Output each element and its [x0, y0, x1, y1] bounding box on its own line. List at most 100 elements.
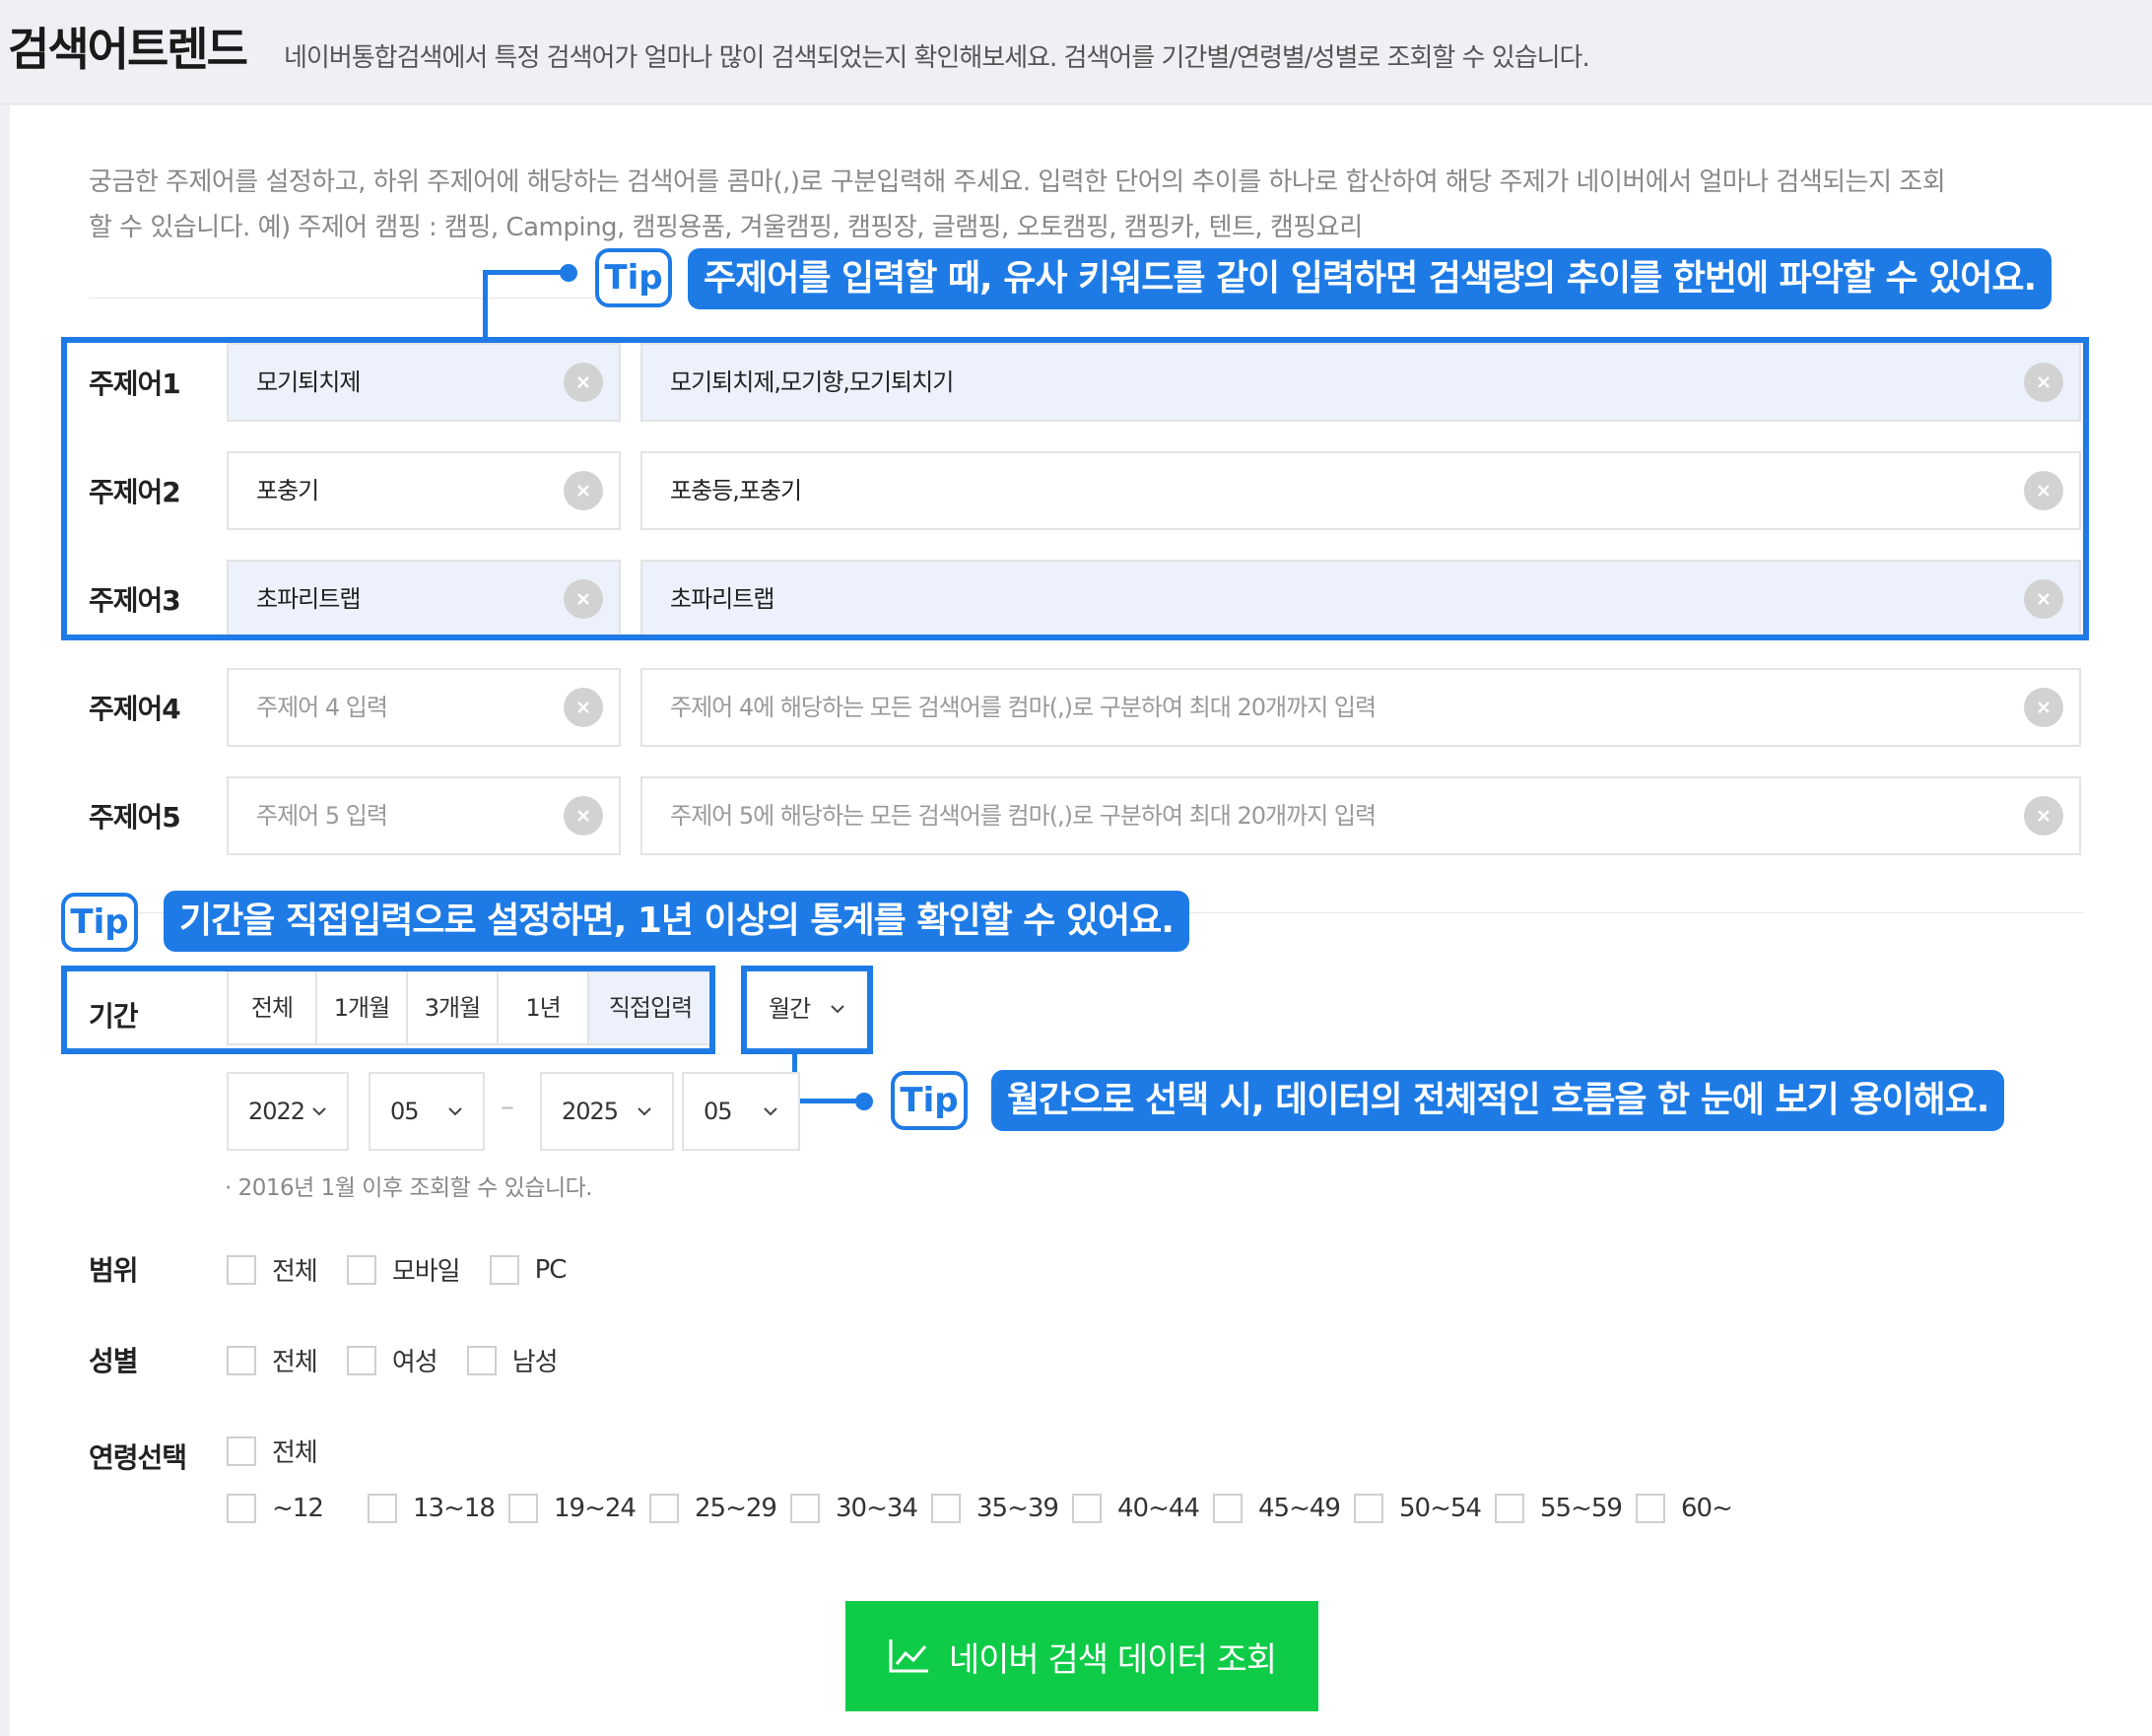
age-option[interactable]: 55~59: [1495, 1494, 1636, 1523]
submit-label: 네이버 검색 데이터 조회: [948, 1639, 1277, 1680]
option-label: 13~18: [413, 1494, 496, 1523]
start-month-value: 05: [390, 1098, 420, 1125]
checkbox[interactable]: [227, 1254, 256, 1285]
topic-input[interactable]: 주제어 4 입력: [227, 668, 621, 747]
checkbox[interactable]: [368, 1494, 397, 1523]
divider: [89, 298, 601, 299]
end-month-select[interactable]: 05: [682, 1072, 800, 1151]
option-label: 50~54: [1399, 1494, 1482, 1523]
checkbox[interactable]: [649, 1494, 679, 1523]
age-option[interactable]: 40~44: [1072, 1494, 1213, 1523]
gender-options: 전체 여성 남성: [227, 1342, 587, 1378]
tip-badge: Tip: [61, 893, 138, 952]
age-option[interactable]: 25~29: [649, 1494, 790, 1523]
checkbox[interactable]: [1354, 1494, 1383, 1523]
age-option[interactable]: 60~: [1636, 1494, 1777, 1523]
scope-option-all[interactable]: 전체: [227, 1251, 318, 1288]
topic-input[interactable]: 주제어 5 입력: [227, 776, 621, 855]
tip-highlight-interval: [741, 966, 873, 1054]
keywords-input[interactable]: 주제어 5에 해당하는 모든 검색어를 컴마(,)로 구분하여 최대 20개까지…: [640, 776, 2081, 855]
clear-icon[interactable]: [2024, 688, 2063, 727]
start-year-value: 2022: [248, 1098, 305, 1125]
tip-badge: Tip: [595, 248, 672, 307]
age-option[interactable]: 30~34: [790, 1494, 931, 1523]
option-label: 35~39: [976, 1494, 1059, 1523]
tip-bubble-keywords: 주제어를 입력할 때, 유사 키워드를 같이 입력하면 검색량의 추이를 한번에…: [688, 248, 2052, 309]
topic-label: 주제어5: [89, 801, 181, 834]
option-label: 30~34: [836, 1494, 918, 1523]
scope-option-pc[interactable]: PC: [489, 1254, 568, 1285]
scope-label: 범위: [89, 1254, 139, 1287]
tip-bubble-period: 기간을 직접입력으로 설정하면, 1년 이상의 통계를 확인할 수 있어요.: [164, 891, 1189, 952]
checkbox[interactable]: [1213, 1494, 1243, 1523]
tip-connector: [483, 270, 572, 275]
chart-line-icon: [889, 1639, 928, 1673]
scope-option-mobile[interactable]: 모바일: [346, 1251, 461, 1288]
keywords-input-text: 주제어 4에 해당하는 모든 검색어를 컴마(,)로 구분하여 최대 20개까지…: [670, 694, 1377, 721]
topic-input-text: 주제어 4 입력: [256, 694, 388, 721]
tip-highlight-topics: [61, 337, 2089, 640]
intro-line-2: 할 수 있습니다. 예) 주제어 캠핑 : 캠핑, Camping, 캠핑용품,…: [89, 213, 1363, 242]
option-label: 55~59: [1540, 1494, 1623, 1523]
checkbox[interactable]: [508, 1494, 538, 1523]
clear-icon[interactable]: [2024, 796, 2063, 835]
gender-option-all[interactable]: 전체: [227, 1342, 318, 1378]
option-label: 40~44: [1117, 1494, 1200, 1523]
end-year-select[interactable]: 2025: [540, 1072, 674, 1151]
option-label: 전체: [272, 1438, 318, 1468]
chevron-down-icon: [764, 1107, 777, 1116]
keywords-input[interactable]: 주제어 4에 해당하는 모든 검색어를 컴마(,)로 구분하여 최대 20개까지…: [640, 668, 2081, 747]
age-option-all[interactable]: 전체: [227, 1433, 318, 1469]
option-label: 45~49: [1258, 1494, 1341, 1523]
checkbox[interactable]: [227, 1494, 256, 1523]
option-label: 여성: [391, 1348, 438, 1377]
age-option[interactable]: 13~18: [368, 1494, 508, 1523]
topic-label: 주제어4: [89, 693, 181, 725]
age-option[interactable]: 45~49: [1213, 1494, 1354, 1523]
option-label: 전체: [272, 1257, 318, 1287]
start-year-select[interactable]: 2022: [227, 1072, 349, 1151]
age-options: ~12 13~18 19~24 25~29 30~34 35~39 40~44 45~49 50…: [227, 1494, 1777, 1523]
option-label: 25~29: [695, 1494, 777, 1523]
checkbox[interactable]: [489, 1254, 519, 1285]
gender-option-male[interactable]: 남성: [466, 1342, 559, 1378]
checkbox[interactable]: [227, 1436, 256, 1466]
option-label: 남성: [511, 1348, 559, 1377]
intro-text: 궁금한 주제어를 설정하고, 하위 주제어에 해당하는 검색어를 콤마(,)로 …: [89, 160, 2069, 250]
end-month-value: 05: [704, 1098, 733, 1125]
tip-highlight-period: [61, 966, 715, 1054]
checkbox[interactable]: [346, 1345, 376, 1375]
checkbox[interactable]: [1495, 1494, 1524, 1523]
checkbox[interactable]: [466, 1345, 497, 1375]
age-label: 연령선택: [89, 1441, 187, 1474]
start-month-select[interactable]: 05: [369, 1072, 485, 1151]
gender-option-female[interactable]: 여성: [346, 1342, 438, 1378]
checkbox[interactable]: [1072, 1494, 1102, 1523]
age-option[interactable]: 19~24: [508, 1494, 649, 1523]
tip-badge: Tip: [891, 1071, 968, 1130]
scope-options: 전체 모바일 PC: [227, 1251, 595, 1288]
option-label: 전체: [272, 1348, 318, 1377]
age-option[interactable]: ~12: [227, 1494, 368, 1523]
checkbox[interactable]: [790, 1494, 820, 1523]
period-note: · 2016년 1월 이후 조회할 수 있습니다.: [225, 1175, 593, 1201]
page-subtitle: 네이버통합검색에서 특정 검색어가 얼마나 많이 검색되었는지 확인해보세요. …: [284, 43, 1590, 73]
topic-input-text: 주제어 5 입력: [256, 802, 388, 830]
clear-icon[interactable]: [564, 796, 603, 835]
age-option[interactable]: 35~39: [931, 1494, 1072, 1523]
date-separator: –: [501, 1090, 514, 1122]
end-year-value: 2025: [562, 1098, 619, 1125]
tip-dot: [560, 264, 577, 282]
page-header: 검색어트렌드 네이버통합검색에서 특정 검색어가 얼마나 많이 검색되었는지 확…: [0, 0, 2152, 104]
search-data-submit-button[interactable]: 네이버 검색 데이터 조회: [845, 1601, 1318, 1711]
checkbox[interactable]: [931, 1494, 961, 1523]
gender-label: 성별: [89, 1345, 139, 1377]
age-all-option: 전체: [227, 1433, 347, 1469]
checkbox[interactable]: [346, 1254, 376, 1285]
age-option[interactable]: 50~54: [1354, 1494, 1495, 1523]
option-label: PC: [534, 1254, 568, 1285]
clear-icon[interactable]: [564, 688, 603, 727]
keywords-input-text: 주제어 5에 해당하는 모든 검색어를 컴마(,)로 구분하여 최대 20개까지…: [670, 802, 1377, 830]
checkbox[interactable]: [227, 1345, 256, 1375]
checkbox[interactable]: [1636, 1494, 1665, 1523]
